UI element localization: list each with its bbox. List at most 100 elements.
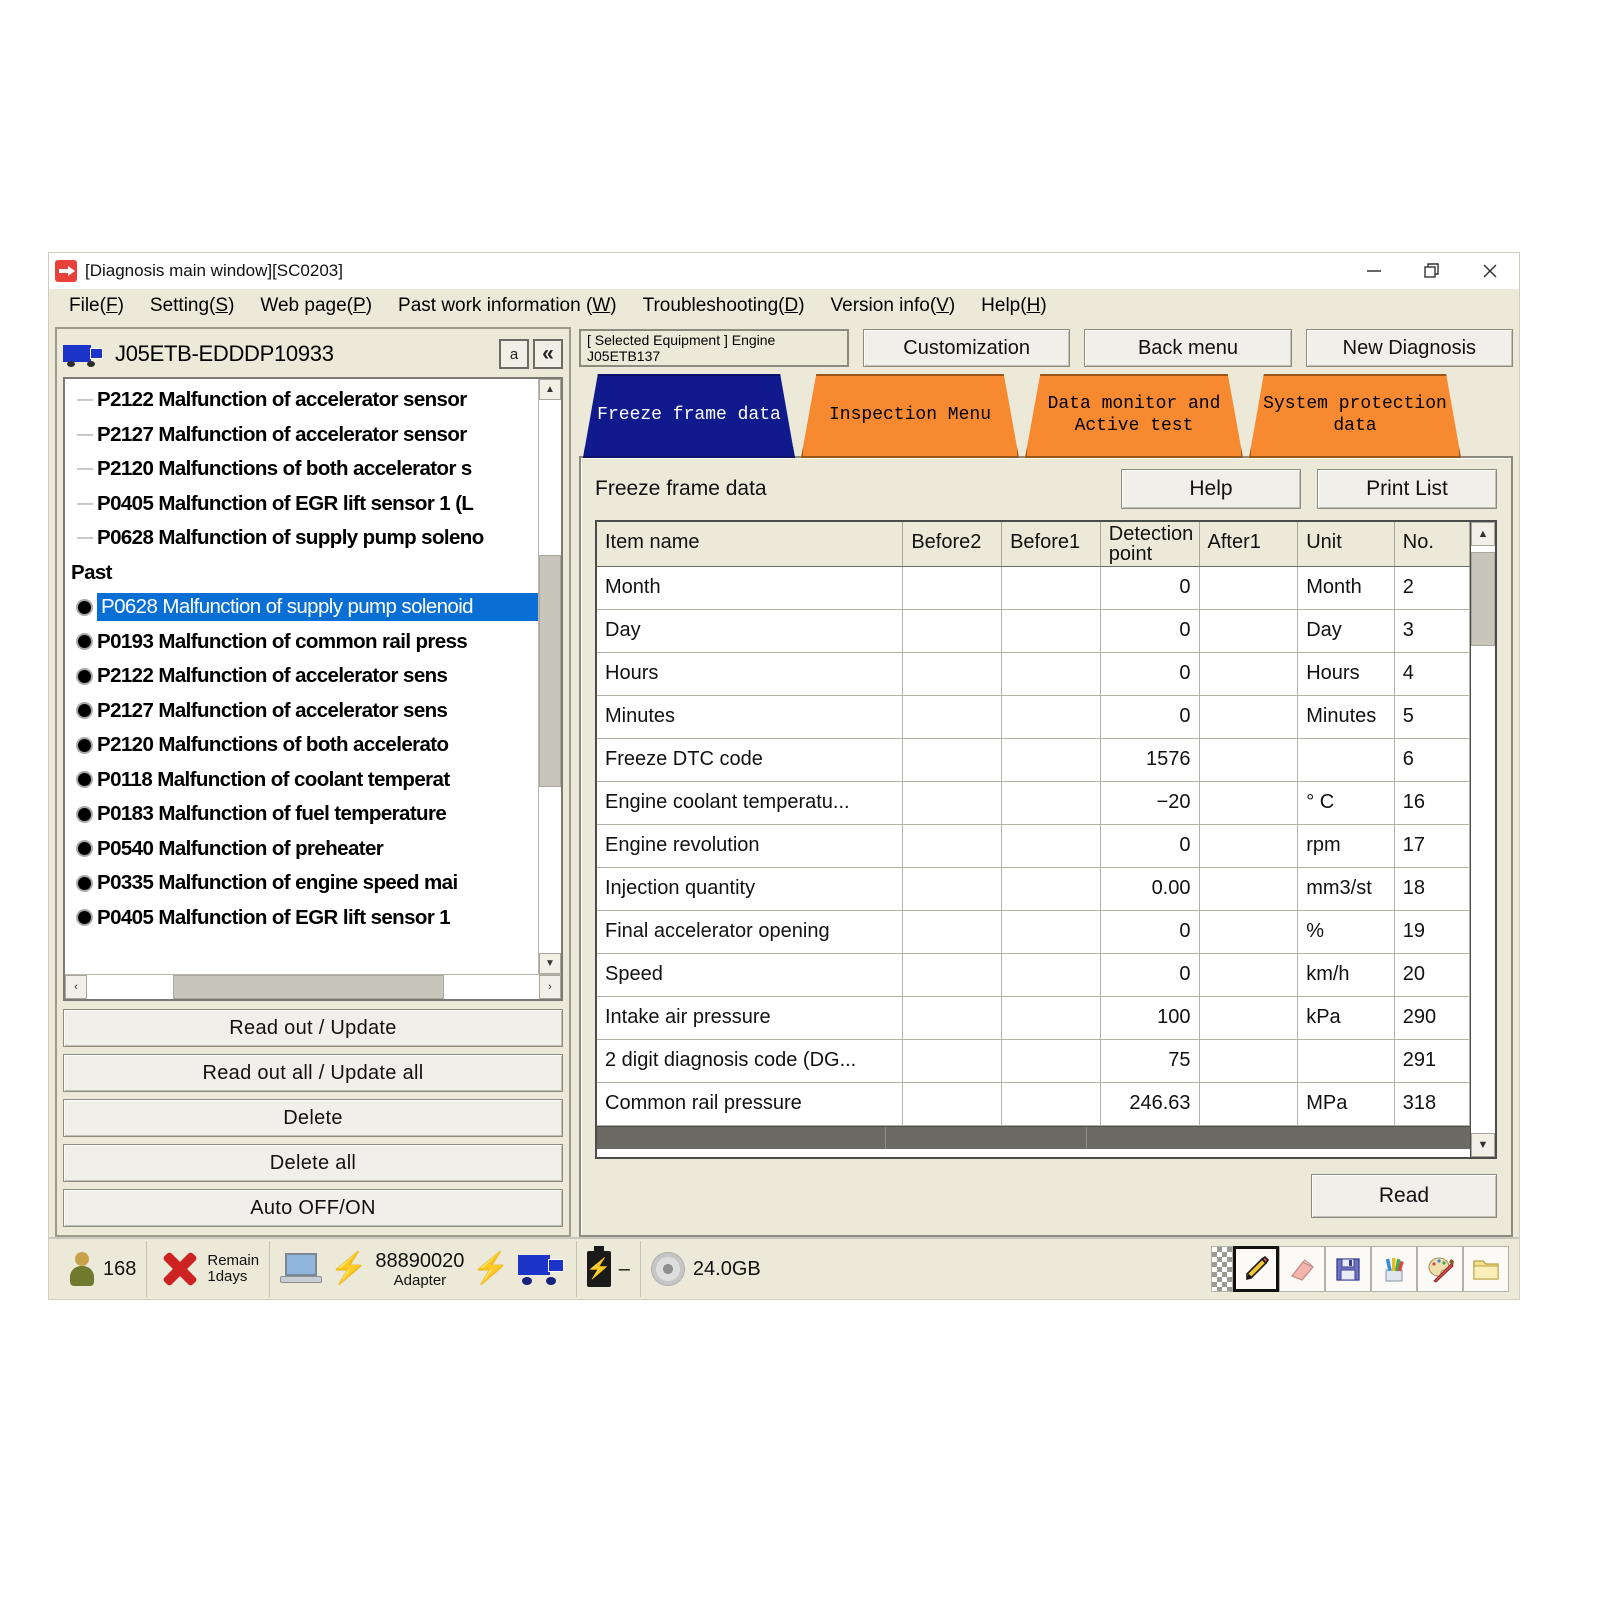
table-row[interactable]: Engine revolution 0 rpm 17 xyxy=(597,824,1470,868)
menu-item-setting[interactable]: Setting(S) xyxy=(140,293,251,319)
cell-after1 xyxy=(1199,738,1299,782)
table-row[interactable]: Engine coolant temperatu... −20 ° C 16 xyxy=(597,781,1470,825)
eraser-icon[interactable] xyxy=(1279,1246,1325,1292)
button-delete[interactable]: Delete xyxy=(63,1099,563,1137)
font-size-button[interactable]: a xyxy=(499,339,529,369)
table-row[interactable]: Freeze DTC code 1576 6 xyxy=(597,738,1470,782)
cell-before2 xyxy=(902,566,1003,610)
dtc-list-item[interactable]: P0335 Malfunction of engine speed mai xyxy=(65,866,538,901)
dtc-list-item[interactable]: P0118 Malfunction of coolant temperat xyxy=(65,763,538,798)
minimize-button[interactable] xyxy=(1345,253,1403,289)
help-button[interactable]: Help xyxy=(1121,469,1301,509)
dtc-list-item[interactable]: — P0405 Malfunction of EGR lift sensor 1 … xyxy=(65,487,538,522)
cell-item-name: Speed xyxy=(597,953,904,997)
cell-item-name: Engine revolution xyxy=(597,824,904,868)
col-no[interactable]: No. xyxy=(1394,522,1470,567)
dtc-list-item[interactable]: P0540 Malfunction of preheater xyxy=(65,832,538,867)
collapse-panel-button[interactable]: « xyxy=(533,339,563,369)
col-before2[interactable]: Before2 xyxy=(902,522,1003,567)
dtc-list-item[interactable]: P0628 Malfunction of supply pump solenoi… xyxy=(65,590,538,625)
dtc-group-header[interactable]: Past xyxy=(65,556,538,591)
col-unit[interactable]: Unit xyxy=(1297,522,1395,567)
table-row[interactable]: Final accelerator opening 0% 19 xyxy=(597,910,1470,954)
table-row[interactable]: Minutes 0 Minutes 5 xyxy=(597,695,1470,739)
menu-item-past-work-information[interactable]: Past work information (W) xyxy=(388,293,633,319)
table-row[interactable]: Day 0 Day 3 xyxy=(597,609,1470,653)
menu-item-file[interactable]: File(F) xyxy=(59,293,140,319)
dtc-list-item[interactable]: P2120 Malfunctions of both accelerato xyxy=(65,728,538,763)
button-read-out-all-update-all[interactable]: Read out all / Update all xyxy=(63,1054,563,1092)
menu-item-help[interactable]: Help(H) xyxy=(971,293,1062,319)
palette-icon[interactable] xyxy=(1417,1246,1463,1292)
cell-after1 xyxy=(1199,695,1299,739)
table-row[interactable]: 2 digit diagnosis code (DG... 75 291 xyxy=(597,1039,1470,1083)
table-row[interactable]: Hours 0 Hours 4 xyxy=(597,652,1470,696)
dtc-list-item[interactable]: — P0628 Malfunction of supply pump soleno xyxy=(65,521,538,556)
menu-item-troubleshooting[interactable]: Troubleshooting(D) xyxy=(633,293,821,319)
table-row[interactable]: Speed 0 km/h 20 xyxy=(597,953,1470,997)
dtc-list-item[interactable]: P0405 Malfunction of EGR lift sensor 1 xyxy=(65,901,538,936)
menu-item-version-info[interactable]: Version info(V) xyxy=(821,293,972,319)
scroll-right-icon[interactable]: › xyxy=(539,975,561,999)
dtc-list-item[interactable]: — P2122 Malfunction of accelerator sensor xyxy=(65,383,538,418)
bolt-right-icon: ⚡ xyxy=(472,1252,510,1285)
cell-item-name: Intake air pressure xyxy=(597,996,904,1040)
table-scroll-down-icon[interactable]: ▼ xyxy=(1471,1133,1495,1157)
save-icon[interactable] xyxy=(1325,1246,1371,1292)
vscroll-track[interactable] xyxy=(539,400,561,953)
cell-before2 xyxy=(902,609,1003,653)
back-menu-button[interactable]: Back menu xyxy=(1084,329,1292,367)
markers-icon[interactable] xyxy=(1371,1246,1417,1292)
dtc-list-item[interactable]: P2122 Malfunction of accelerator sens xyxy=(65,659,538,694)
toolbox-grip[interactable] xyxy=(1211,1246,1233,1292)
tab-freeze-frame-data[interactable]: Freeze frame data xyxy=(583,374,795,458)
table-row[interactable]: Common rail pressure 246.63 MPa 318 xyxy=(597,1082,1470,1126)
table-vertical-scrollbar[interactable]: ▲ ▼ xyxy=(1470,522,1495,1157)
cell-detection-point: 75 xyxy=(1100,1039,1200,1083)
restore-button[interactable] xyxy=(1403,253,1461,289)
col-item-name[interactable]: Item name xyxy=(597,522,904,567)
col-after1[interactable]: After1 xyxy=(1199,522,1299,567)
button-auto-off-on[interactable]: Auto OFF/ON xyxy=(63,1189,563,1227)
cell-no: 6 xyxy=(1394,738,1470,782)
table-vscroll-track[interactable] xyxy=(1471,546,1495,1133)
table-horizontal-scrollbar[interactable] xyxy=(597,1125,1470,1149)
table-row[interactable]: Month 0 Month 2 xyxy=(597,566,1470,610)
menu-item-web-page[interactable]: Web page(P) xyxy=(250,293,388,319)
dtc-list-item[interactable]: P0193 Malfunction of common rail press xyxy=(65,625,538,660)
button-delete-all[interactable]: Delete all xyxy=(63,1144,563,1182)
tab-system-protection-data[interactable]: System protection data xyxy=(1249,374,1461,458)
new-diagnosis-button[interactable]: New Diagnosis xyxy=(1305,329,1513,367)
table-scroll-up-icon[interactable]: ▲ xyxy=(1471,522,1495,546)
dtc-tree-list[interactable]: — P2122 Malfunction of accelerator sensor… xyxy=(65,379,538,974)
read-button[interactable]: Read xyxy=(1311,1174,1497,1218)
card-header: Freeze frame data Help Print List xyxy=(595,468,1497,510)
col-before1[interactable]: Before1 xyxy=(1001,522,1101,567)
vscroll-thumb[interactable] xyxy=(539,554,561,788)
tab-inspection-menu[interactable]: Inspection Menu xyxy=(801,374,1019,458)
dtc-tree-horizontal-scrollbar[interactable]: ‹ › xyxy=(65,974,561,999)
dtc-list-item[interactable]: P2127 Malfunction of accelerator sens xyxy=(65,694,538,729)
table-row[interactable]: Intake air pressure 100 kPa 290 xyxy=(597,996,1470,1040)
cell-detection-point: 0 xyxy=(1100,609,1200,653)
button-read-out-update[interactable]: Read out / Update xyxy=(63,1009,563,1047)
customization-button[interactable]: Customization xyxy=(863,329,1071,367)
table-vscroll-thumb[interactable] xyxy=(1471,551,1495,646)
dtc-list-item[interactable]: P0183 Malfunction of fuel temperature xyxy=(65,797,538,832)
folder-icon[interactable] xyxy=(1463,1246,1509,1292)
tab-data-monitor-and-active-test[interactable]: Data monitor and Active test xyxy=(1025,374,1243,458)
col-detection-point[interactable]: Detection point xyxy=(1100,522,1200,567)
hscroll-thumb[interactable] xyxy=(172,975,445,999)
dtc-tree-vertical-scrollbar[interactable]: ▲ ▼ xyxy=(538,379,561,974)
scroll-down-icon[interactable]: ▼ xyxy=(539,953,561,974)
dtc-list-item[interactable]: — P2120 Malfunctions of both accelerator … xyxy=(65,452,538,487)
scroll-left-icon[interactable]: ‹ xyxy=(65,975,87,999)
close-button[interactable] xyxy=(1461,253,1519,289)
pencil-icon[interactable] xyxy=(1233,1246,1279,1292)
print-list-button[interactable]: Print List xyxy=(1317,469,1497,509)
table-row[interactable]: Injection quantity 0.00 mm3/st 18 xyxy=(597,867,1470,911)
tree-branch-icon: — xyxy=(77,460,93,478)
hscroll-track[interactable] xyxy=(87,975,539,999)
dtc-list-item[interactable]: — P2127 Malfunction of accelerator sensor xyxy=(65,418,538,453)
scroll-up-icon[interactable]: ▲ xyxy=(539,379,561,400)
